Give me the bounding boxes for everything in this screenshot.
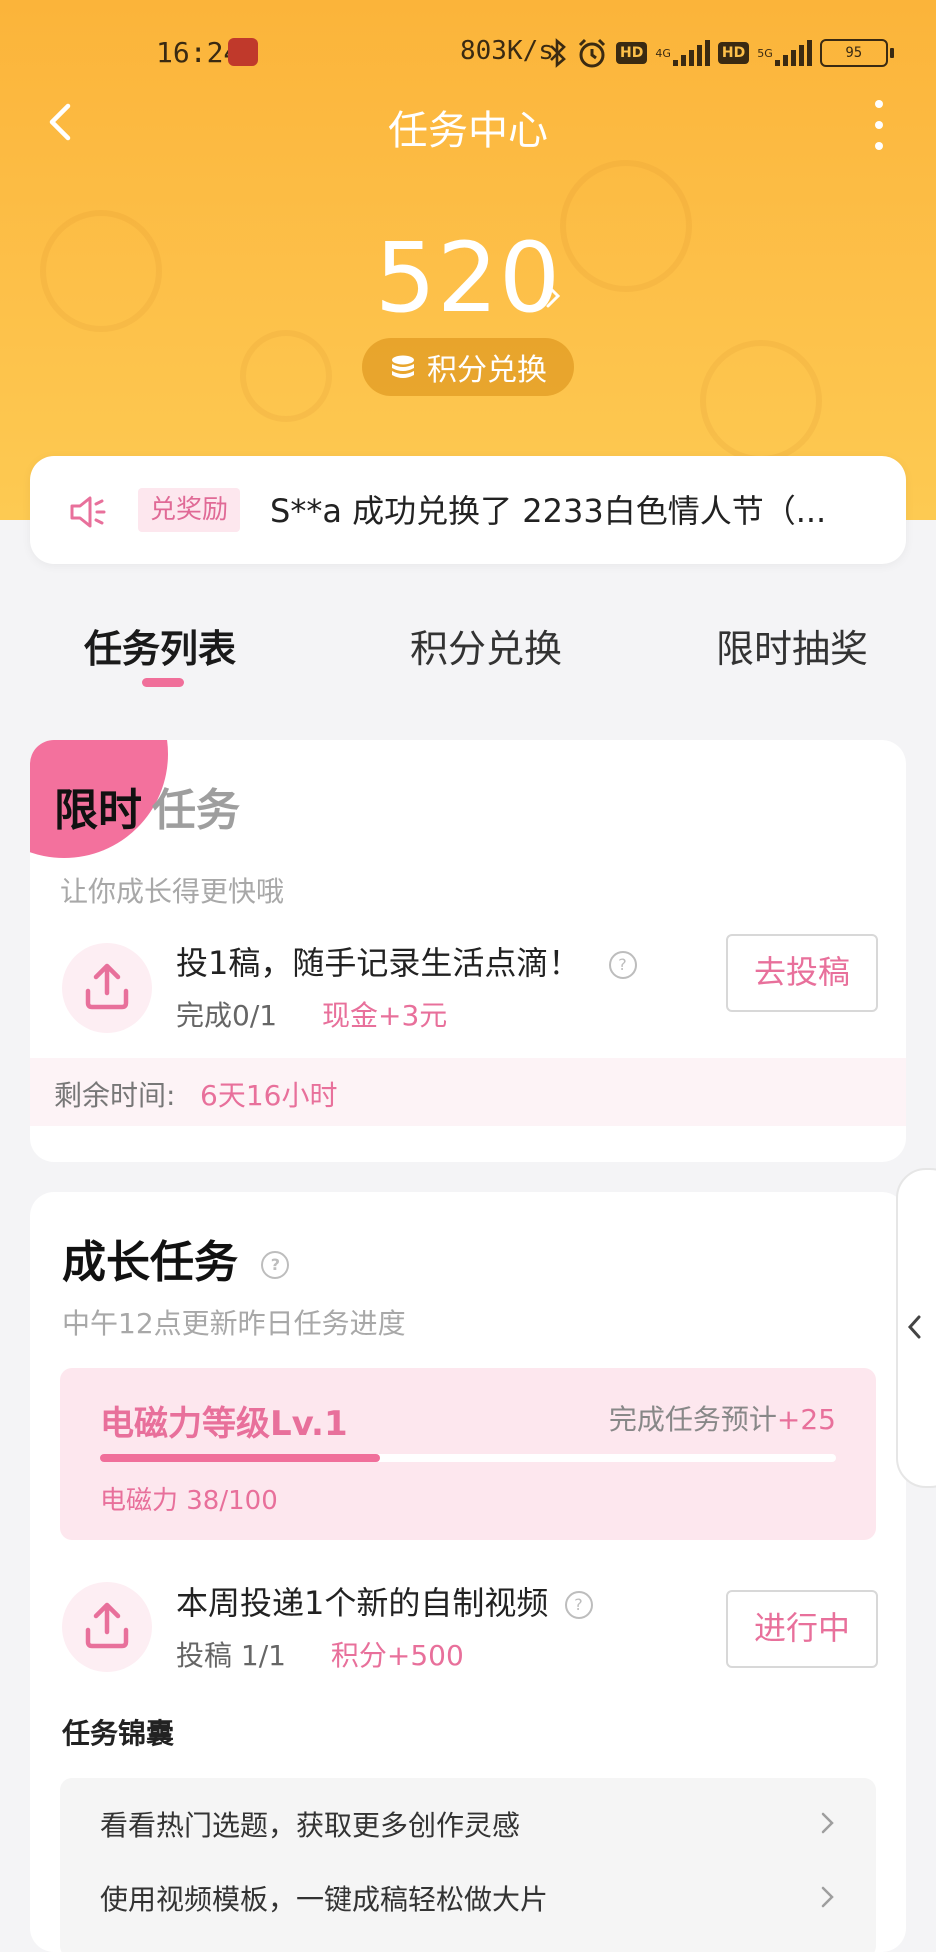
- header-banner: 16:24 803K/s HD 4G HD 5G 95 任务中心 520 积分兑…: [0, 0, 936, 520]
- tab-points-exchange[interactable]: 积分兑换: [410, 618, 562, 673]
- power-value: 电磁力 38/100: [100, 1486, 278, 1516]
- upload-icon: [85, 1602, 129, 1649]
- net-type-4g: 4G: [655, 46, 671, 60]
- upload-task-icon-wrap: [62, 943, 152, 1033]
- video-task-help-icon[interactable]: ?: [564, 1591, 593, 1619]
- tab-bar: 任务列表 积分兑换 限时抽奖: [0, 590, 936, 700]
- alarm-icon: [578, 38, 606, 68]
- level-label: 电磁力等级Lv.1: [100, 1404, 348, 1444]
- active-tab-indicator: [142, 678, 184, 687]
- remaining-time-value: 6天16小时: [200, 1079, 338, 1112]
- growth-help-icon[interactable]: ?: [261, 1251, 290, 1279]
- level-estimate-value: +25: [776, 1403, 836, 1436]
- remaining-time-bar: 剩余时间: 6天16小时: [30, 1058, 906, 1126]
- tip-item[interactable]: 使用视频模板，一键成稿轻松做大片: [60, 1852, 876, 1926]
- limited-title-suffix: 任务: [152, 785, 240, 836]
- growth-task-card: 成长任务 ? 中午12点更新昨日任务进度 电磁力等级Lv.1 完成任务预计+25…: [30, 1192, 906, 1952]
- points-value[interactable]: 520: [0, 222, 936, 334]
- limited-task-progress: 完成0/1: [176, 999, 278, 1032]
- power-progress-fill: [100, 1454, 380, 1462]
- level-progress-box: 电磁力等级Lv.1 完成任务预计+25 电磁力 38/100: [60, 1368, 876, 1540]
- bluetooth-icon: [550, 38, 566, 68]
- video-task-title: 本周投递1个新的自制视频 ?: [176, 1578, 593, 1624]
- remaining-time-label: 剩余时间:: [54, 1079, 176, 1112]
- speaker-icon: [70, 496, 106, 528]
- status-bar: 16:24 803K/s HD 4G HD 5G 95: [0, 0, 936, 100]
- hd-badge: HD: [616, 42, 648, 64]
- task-tips-box: 看看热门选题，获取更多创作灵感 使用视频模板，一键成稿轻松做大片: [60, 1778, 876, 1952]
- growth-task-subtitle: 中午12点更新昨日任务进度: [62, 1307, 406, 1340]
- level-estimate-label: 完成任务预计: [608, 1403, 777, 1436]
- chevron-left-icon: [907, 1315, 921, 1339]
- coin-stack-icon: [392, 355, 414, 378]
- help-icon[interactable]: ?: [608, 951, 637, 979]
- limited-task-title-text: 投1稿，随手记录生活点滴！: [176, 944, 581, 982]
- more-options-icon[interactable]: [862, 100, 896, 150]
- level-estimate: 完成任务预计+25: [609, 1398, 836, 1438]
- battery-icon: 95: [819, 39, 894, 67]
- net-type-5g: 5G: [757, 46, 773, 60]
- limited-task-subtitle: 让你成长得更快哦: [60, 875, 285, 908]
- tip-text: 使用视频模板，一键成稿轻松做大片: [100, 1883, 549, 1916]
- tab-lucky-draw[interactable]: 限时抽奖: [716, 618, 868, 673]
- points-exchange-button[interactable]: 积分兑换: [362, 338, 574, 396]
- power-progress-track: [100, 1454, 836, 1462]
- upload-icon: [85, 963, 129, 1010]
- points-exchange-label: 积分兑换: [427, 353, 547, 388]
- person-decor-icon: [240, 330, 332, 422]
- chevron-right-icon: [821, 1886, 834, 1908]
- tip-item[interactable]: 看看热门选题，获取更多创作灵感: [60, 1778, 876, 1852]
- redemption-notice-bar[interactable]: 兑奖励 S**a 成功兑换了 2233白色情人节（...: [30, 456, 906, 564]
- status-icons: HD 4G HD 5G 95: [548, 36, 894, 70]
- chevron-right-icon: [821, 1812, 834, 1834]
- notice-text: S**a 成功兑换了 2233白色情人节（...: [270, 492, 827, 530]
- growth-task-title: 成长任务: [62, 1237, 238, 1288]
- limited-task-title: 投1稿，随手记录生活点滴！ ?: [176, 938, 637, 984]
- task-tips-title: 任务锦囊: [62, 1717, 175, 1750]
- limited-task-card: 限时 任务 让你成长得更快哦 投1稿，随手记录生活点滴！ ? 完成0/1 现金+…: [30, 740, 906, 1162]
- limited-task-meta: 完成0/1 现金+3元: [176, 994, 447, 1034]
- limited-badge-text: 限时: [54, 785, 142, 836]
- upload-video-icon-wrap: [62, 1582, 152, 1672]
- chevron-right-icon[interactable]: [542, 278, 566, 314]
- signal-5g-icon: [774, 40, 812, 66]
- battery-level: 95: [819, 39, 888, 67]
- page-title: 任务中心: [388, 108, 548, 154]
- video-task-title-text: 本周投递1个新的自制视频: [176, 1584, 549, 1622]
- go-submit-button[interactable]: 去投稿: [726, 934, 878, 1012]
- cup-decor-icon: [700, 340, 822, 462]
- in-progress-button[interactable]: 进行中: [726, 1590, 878, 1668]
- notice-tag: 兑奖励: [138, 488, 241, 532]
- app-notification-icon: [228, 38, 258, 66]
- hd-badge-2: HD: [717, 42, 750, 64]
- network-speed: 803K/s: [460, 36, 554, 66]
- growth-task-heading: 成长任务 ?: [62, 1226, 290, 1290]
- tip-text: 看看热门选题，获取更多创作灵感: [100, 1809, 521, 1842]
- signal-4g-icon: [672, 40, 710, 66]
- video-task-reward: 积分+500: [330, 1639, 464, 1672]
- side-drawer-handle[interactable]: [896, 1168, 936, 1488]
- tab-task-list[interactable]: 任务列表: [84, 618, 236, 673]
- video-task-meta: 投稿 1/1 积分+500: [176, 1634, 464, 1674]
- video-task-progress: 投稿 1/1: [176, 1639, 286, 1672]
- limited-task-reward: 现金+3元: [321, 999, 448, 1032]
